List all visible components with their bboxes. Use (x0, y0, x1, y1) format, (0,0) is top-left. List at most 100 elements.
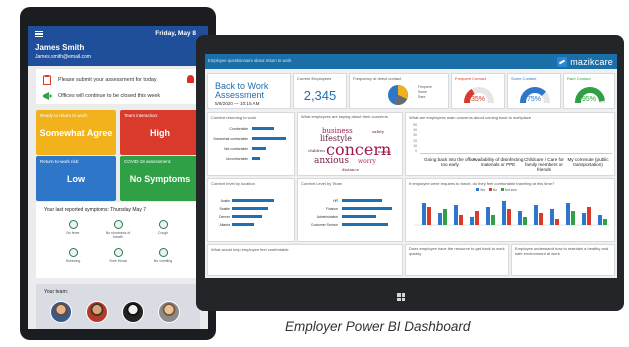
gauge-rare-contact[interactable]: Rare Contact 95% (563, 73, 615, 109)
bar-label: Seattle (219, 207, 230, 211)
cloud-word: children (308, 148, 325, 153)
symptom-icon (158, 220, 168, 229)
contact-pie-chart (388, 85, 408, 105)
bar-label: Finance (325, 207, 338, 211)
tile-return-risk[interactable]: Return-to-work risk: Low (36, 156, 116, 201)
tile-ready-to-return[interactable]: Ready to return to work: Somewhat Agree (36, 110, 116, 155)
contact-frequency-card[interactable]: Frequency of direct contact Frequent Som… (349, 73, 449, 109)
symptom-item: Sneezing (58, 248, 88, 263)
bar (342, 199, 382, 202)
gauge-label: Rare Contact (567, 76, 591, 81)
tile-team-interaction[interactable]: Team interaction: High (120, 110, 200, 155)
windows-logo-icon[interactable] (397, 293, 405, 301)
tile-value: No Symptoms (129, 174, 191, 184)
bar-label: Atlanta (219, 223, 230, 227)
notice-text: Please submit your assessment for today (58, 76, 157, 83)
avatar[interactable] (122, 301, 144, 323)
symptoms-title: Your last reported symptoms: Thursday Ma… (44, 207, 146, 213)
symptom-item: No shortness of breath (103, 220, 133, 239)
gauge-some-contact[interactable]: Some Contact 75% (507, 73, 561, 109)
bar (252, 147, 266, 150)
panel-title: What are employees main concerns about c… (409, 115, 532, 120)
cloud-word: masks (378, 149, 391, 154)
travel-comfort-chart[interactable]: If employee were requires to travel, do … (405, 178, 615, 242)
symptom-icon (68, 220, 78, 229)
comfort-factors-panel[interactable]: What would help employee feel comfortabl… (207, 244, 403, 276)
concern-category: My commute (public transportation) (567, 157, 609, 167)
comfort-by-location-chart[interactable]: Comfort level by location Austin Seattle… (207, 178, 295, 242)
bar (232, 207, 268, 210)
mazikcare-logo-icon (557, 56, 568, 67)
x-axis-line (420, 153, 612, 154)
clipboard-icon (42, 74, 52, 85)
tile-label: Return-to-work risk: (40, 159, 80, 164)
avatar[interactable] (86, 301, 108, 323)
bar (252, 137, 286, 140)
bar-label: Uncomfortable (225, 157, 248, 161)
bar (252, 127, 274, 130)
notice-text: Offices will continue to be closed this … (58, 92, 161, 99)
panel-title: What employees are saying about their co… (301, 114, 388, 119)
symptoms-card: Your last reported symptoms: Thursday Ma… (36, 202, 200, 278)
avatar[interactable] (50, 301, 72, 323)
bell-icon[interactable] (187, 75, 194, 83)
panel-title: Comfort Level by Team (301, 181, 343, 186)
symptom-item: No fever (58, 220, 88, 235)
title-panel: Back to Work Assessment 5/8/2020 — 10:15… (207, 73, 291, 109)
legend-not-sure: Not sure (501, 188, 517, 192)
travel-bars (414, 201, 610, 226)
symptom-item: Cough (148, 220, 178, 235)
panel-title: Comfort returning to work (211, 115, 257, 120)
card-label: Current Employees (297, 76, 332, 81)
gauge-frequent-contact[interactable]: Frequent Contact 35% (451, 73, 505, 109)
caption: Employer Power BI Dashboard (285, 319, 471, 334)
tile-value: High (150, 128, 170, 138)
cloud-word: safety (372, 129, 385, 134)
bar-label: Denver (219, 215, 230, 219)
main-concerns-chart[interactable]: What are employees main concerns about c… (405, 112, 615, 176)
tile-value: Low (67, 174, 85, 184)
bar-label: Somewhat comfortable (213, 137, 248, 141)
bar (342, 207, 392, 210)
dashboard-topbar: Employee questionnaire about return to w… (205, 54, 617, 69)
comfort-chart-panel[interactable]: Comfort returning to work Comfortable So… (207, 112, 295, 176)
travel-legend: Yes No Not sure (476, 188, 517, 192)
contact-legend: Frequent Some Rare (418, 85, 432, 99)
user-email: James.smith@email.com (35, 54, 91, 60)
bar (232, 215, 262, 218)
cloud-word: distance (342, 167, 360, 172)
concerns-word-cloud[interactable]: What employees are saying about their co… (297, 112, 403, 176)
bar-label: Austin (220, 199, 230, 203)
y-tick: 0 (415, 149, 417, 154)
user-name: James Smith (35, 43, 85, 52)
cloud-word: worry (358, 158, 376, 165)
bar (232, 223, 254, 226)
cloud-word: anxious (314, 156, 349, 166)
resources-panel[interactable]: Does employee have the resource to get b… (405, 244, 509, 276)
gauge-value: 35% (470, 96, 485, 103)
topbar-text: Employee questionnaire about return to w… (208, 58, 292, 63)
current-employees-card[interactable]: Current Employees 2,345 (293, 73, 347, 109)
tile-label: COVID-19 assessment: (124, 159, 172, 164)
menu-icon[interactable] (35, 31, 43, 37)
notice-offices: Offices will continue to be closed this … (36, 88, 200, 103)
card-label: Frequency of direct contact (353, 76, 402, 81)
bar (232, 199, 274, 202)
tile-value: Somewhat Agree (39, 128, 113, 138)
panel-title: Comfort level by location (211, 181, 255, 186)
comfort-by-team-chart[interactable]: Comfort Level by Team HR Finance Adminis… (297, 178, 403, 242)
team-card: Your team: (36, 284, 200, 329)
symptom-item: Sore throat (103, 248, 133, 263)
mazikcare-logo: mazikcare (557, 56, 613, 67)
avatar[interactable] (158, 301, 180, 323)
phone-screen: Friday, May 8 James Smith James.smith@em… (28, 26, 208, 329)
gauge-value: 95% (581, 96, 596, 103)
notice-assessment[interactable]: Please submit your assessment for today (36, 72, 200, 87)
gauge-label: Some Contact (511, 76, 537, 81)
symptom-icon (113, 248, 123, 257)
tile-label: Ready to return to work: (40, 113, 89, 118)
y-axis-ticks: 50 40 30 20 10 0 (409, 123, 417, 154)
panel-title: What would help employee feel comfortabl… (211, 247, 289, 252)
tile-covid-assessment[interactable]: COVID-19 assessment: No Symptoms (120, 156, 200, 201)
healthy-environment-panel[interactable]: Employee understand how to maintain a he… (511, 244, 615, 276)
